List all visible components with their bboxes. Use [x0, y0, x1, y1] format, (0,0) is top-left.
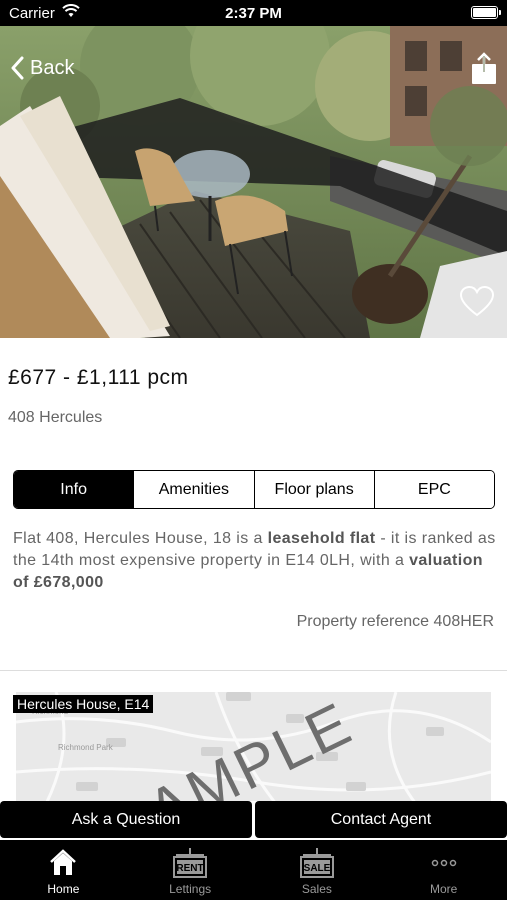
detail-tabs: Info Amenities Floor plans EPC: [13, 470, 495, 509]
property-address: 408 Hercules: [8, 409, 103, 426]
chevron-left-icon: [11, 56, 24, 80]
desc-tenure: leasehold flat: [267, 530, 376, 547]
more-dots-icon: [429, 848, 459, 878]
bottom-tab-bar: Home RENT Lettings SALE Sales More: [0, 840, 507, 900]
sale-sign-text: SALE: [304, 863, 331, 874]
rent-sign-icon: RENT: [170, 848, 210, 878]
map-location-label: Hercules House, E14: [13, 695, 154, 713]
property-description: Flat 408, Hercules House, 18 is a leaseh…: [13, 528, 498, 594]
tabbar-lettings[interactable]: RENT Lettings: [127, 840, 254, 900]
property-photo[interactable]: Back: [0, 26, 507, 338]
tab-epc[interactable]: EPC: [374, 471, 494, 508]
share-icon: [472, 52, 496, 84]
tabbar-home[interactable]: Home: [0, 840, 127, 900]
tab-floor-plans[interactable]: Floor plans: [254, 471, 375, 508]
tabbar-more-label: More: [429, 882, 458, 896]
section-divider: [0, 670, 507, 671]
contact-agent-button[interactable]: Contact Agent: [255, 801, 507, 838]
tab-info[interactable]: Info: [14, 471, 135, 508]
sale-sign-icon: SALE: [297, 848, 337, 878]
ask-question-button[interactable]: Ask a Question: [0, 801, 252, 838]
desc-text-1: Flat 408, Hercules House, 18 is a: [13, 530, 268, 547]
tabbar-home-label: Home: [47, 882, 80, 896]
share-button[interactable]: [470, 52, 498, 86]
action-bar: Ask a Question Contact Agent: [0, 801, 507, 838]
tabbar-lettings-label: Lettings: [169, 882, 212, 896]
tab-amenities[interactable]: Amenities: [134, 471, 255, 508]
rent-sign-text: RENT: [177, 863, 204, 874]
map-place-2: Richmond Park: [58, 743, 114, 752]
favorite-button[interactable]: [459, 284, 495, 320]
home-icon: [48, 848, 78, 878]
heart-icon: [459, 285, 495, 317]
back-button[interactable]: Back: [10, 56, 74, 80]
price: £677 - £1,111 pcm: [8, 366, 189, 389]
back-label: Back: [30, 56, 75, 79]
tabbar-sales[interactable]: SALE Sales: [254, 840, 381, 900]
property-reference: Property reference 408HER: [296, 613, 494, 630]
tabbar-sales-label: Sales: [301, 882, 332, 896]
balcony-photo: [0, 26, 507, 338]
battery-icon: [471, 6, 501, 19]
clock: 2:37 PM: [225, 5, 282, 22]
status-bar: Carrier 2:37 PM: [0, 0, 507, 26]
tabbar-more[interactable]: More: [380, 840, 507, 900]
